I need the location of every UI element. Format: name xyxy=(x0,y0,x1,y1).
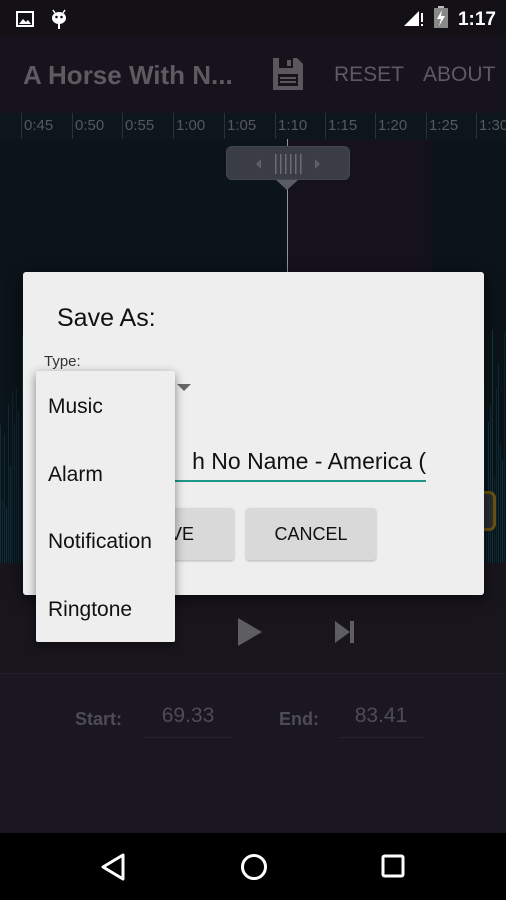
clock: 1:17 xyxy=(457,8,496,30)
start-label: Start: xyxy=(75,709,123,729)
waveform-bar xyxy=(484,382,485,563)
dropdown-option-alarm[interactable]: Alarm xyxy=(48,463,103,487)
timeline-tick-line xyxy=(426,113,427,139)
screen: 1:17 A Horse With N... RESET ABOUT 0:45 0… xyxy=(0,0,506,900)
waveform-bar xyxy=(20,487,21,563)
waveform-bar xyxy=(12,391,13,563)
floppy-disk-icon[interactable] xyxy=(272,57,304,96)
timeline-tick-line xyxy=(325,113,326,139)
timeline-tick-line xyxy=(21,113,22,139)
waveform-bar xyxy=(498,363,499,563)
app-bar: A Horse With N... RESET ABOUT xyxy=(0,37,506,113)
dialog-title: Save As: xyxy=(57,304,156,332)
waveform-bar xyxy=(504,333,505,563)
type-label: Type: xyxy=(44,353,81,370)
end-time-field[interactable]: 83.41 xyxy=(338,704,424,738)
start-marker-handle[interactable] xyxy=(226,146,350,180)
image-notification-icon xyxy=(16,11,34,32)
waveform-bar xyxy=(8,405,9,563)
about-button[interactable]: ABOUT xyxy=(423,63,495,87)
timeline-tick-label: 1:05 xyxy=(227,117,257,134)
status-bar: 1:17 xyxy=(0,0,506,37)
timeline-tick-line xyxy=(122,113,123,139)
timeline-tick-line xyxy=(224,113,225,139)
drag-grip-icon xyxy=(256,154,320,174)
dropdown-option-music[interactable]: Music xyxy=(48,395,103,419)
waveform-bar xyxy=(6,507,7,563)
back-icon[interactable] xyxy=(100,853,126,886)
timeline-tick-label: 1:25 xyxy=(429,117,459,134)
skip-next-icon[interactable] xyxy=(333,619,357,650)
waveform-bar xyxy=(14,423,15,563)
home-icon[interactable] xyxy=(240,853,268,886)
waveform-bar xyxy=(18,410,19,563)
timeline-tick-label: 1:10 xyxy=(278,117,308,134)
battery-charging-icon xyxy=(433,6,448,33)
waveform-bar xyxy=(10,466,11,563)
dropdown-option-notification[interactable]: Notification xyxy=(48,530,152,554)
timeline-tick-line xyxy=(275,113,276,139)
waveform-bar xyxy=(0,424,1,563)
navigation-bar xyxy=(0,833,506,900)
timeline-tick-label: 1:30 xyxy=(479,117,506,134)
timeline: 0:45 0:50 0:55 1:00 1:05 1:10 1:15 1:20 1:25 1:30 xyxy=(0,113,506,139)
timeline-tick-line xyxy=(72,113,73,139)
recents-icon[interactable] xyxy=(381,854,405,883)
waveform-bar xyxy=(4,434,5,563)
timeline-tick-line xyxy=(476,113,477,139)
filename-input[interactable]: h No Name - America ( xyxy=(166,442,426,482)
timeline-tick-line xyxy=(173,113,174,139)
timeline-tick-label: 1:15 xyxy=(328,117,358,134)
signal-no-data-icon xyxy=(402,7,424,32)
timeline-tick-label: 0:50 xyxy=(75,117,105,134)
waveform-bar xyxy=(16,388,17,563)
dropdown-option-ringtone[interactable]: Ringtone xyxy=(48,598,132,622)
cancel-button[interactable]: CANCEL xyxy=(246,508,376,560)
type-dropdown-menu: Music Alarm Notification Ringtone xyxy=(36,371,175,642)
timeline-tick-line xyxy=(375,113,376,139)
song-title: A Horse With N... xyxy=(23,60,233,90)
android-debug-icon xyxy=(50,8,68,35)
timeline-tick-label: 0:55 xyxy=(125,117,155,134)
type-spinner-arrow-icon[interactable] xyxy=(177,384,191,391)
timeline-tick-label: 1:20 xyxy=(378,117,408,134)
waveform-bar xyxy=(500,445,501,563)
waveform-bar xyxy=(496,388,497,563)
play-icon[interactable] xyxy=(236,616,264,653)
waveform-bar xyxy=(502,460,503,563)
waveform-bar xyxy=(2,499,3,563)
start-time-field[interactable]: 69.33 xyxy=(144,704,232,738)
waveform-bar xyxy=(490,406,491,563)
start-marker-pointer xyxy=(276,180,298,190)
reset-button[interactable]: RESET xyxy=(334,63,404,87)
end-label: End: xyxy=(279,709,319,729)
divider xyxy=(0,673,506,674)
timeline-tick-label: 0:45 xyxy=(24,117,54,134)
timeline-tick-label: 1:00 xyxy=(176,117,206,134)
